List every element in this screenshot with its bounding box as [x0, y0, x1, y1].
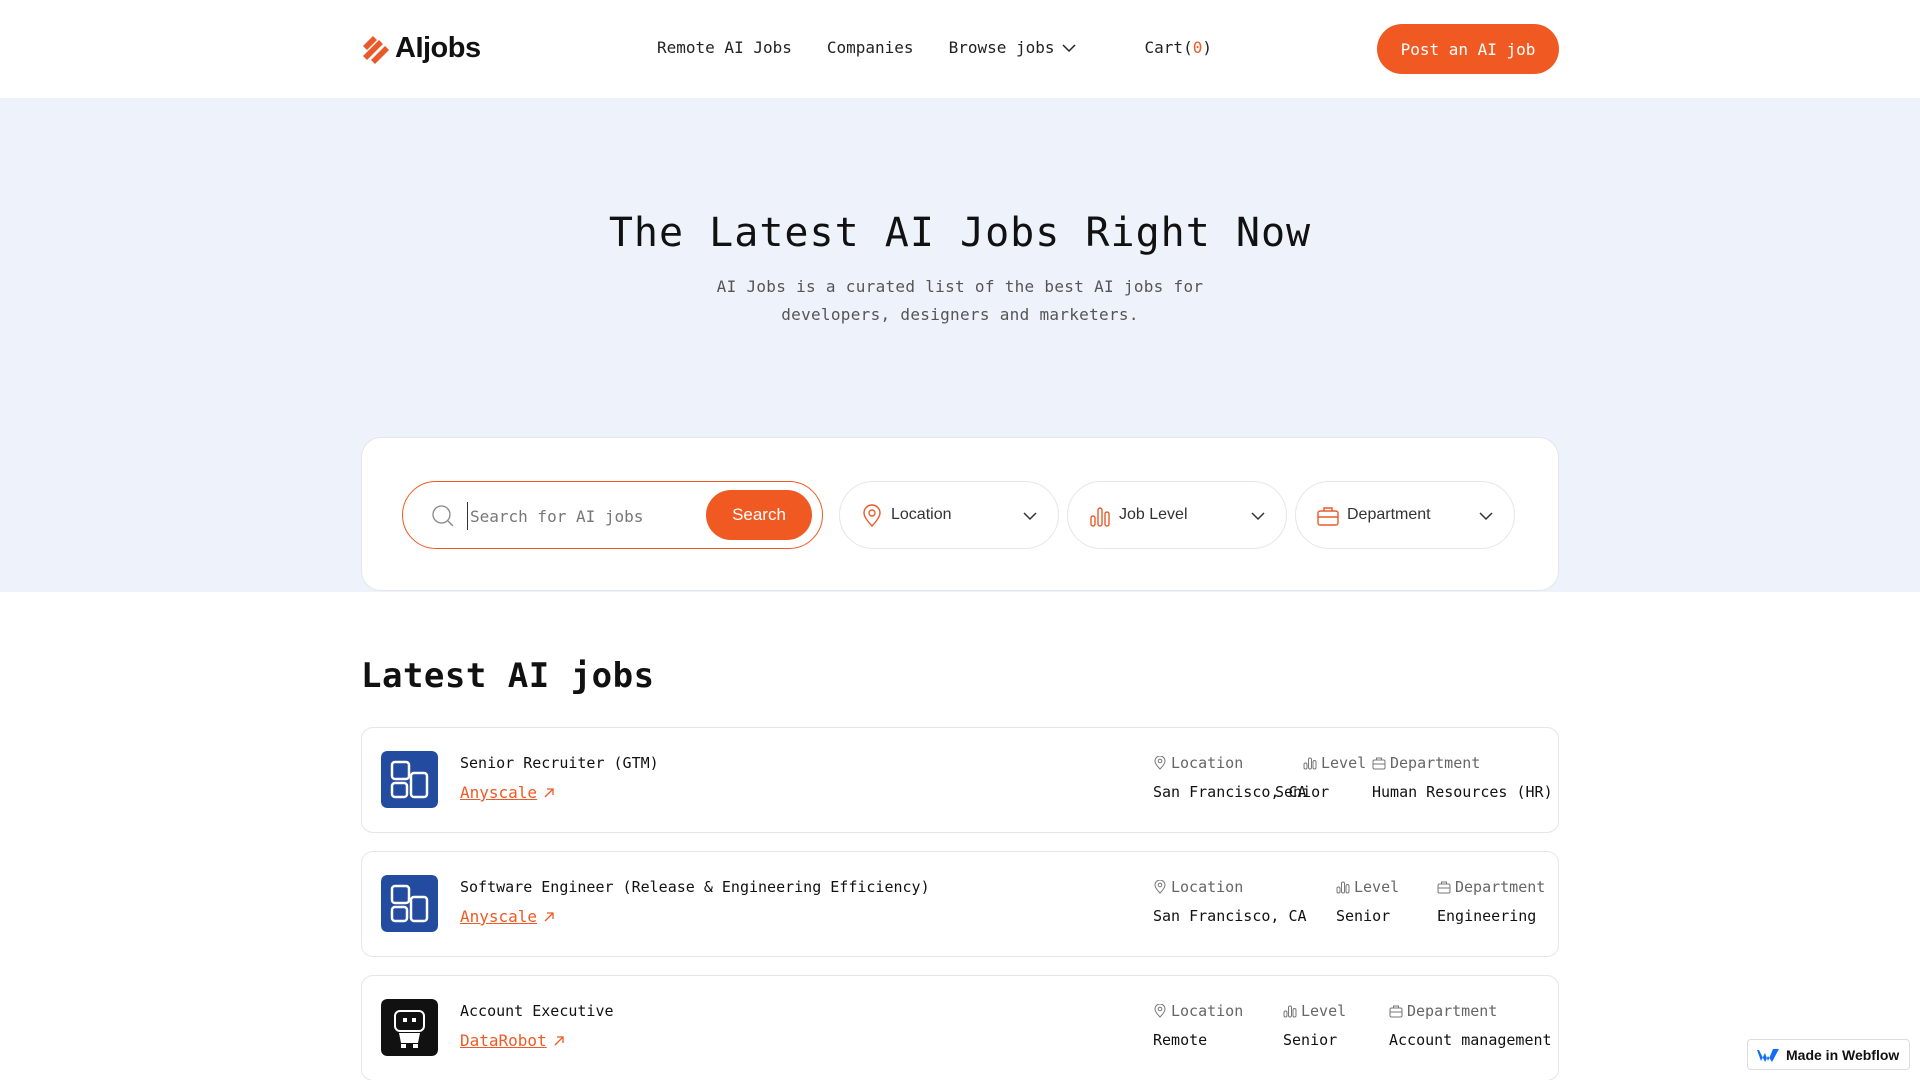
nav-cart[interactable]: Cart(0)	[1145, 38, 1212, 57]
datarobot-logo	[381, 999, 438, 1056]
level-value: Senior	[1275, 783, 1330, 801]
job-level: Level Senior	[1283, 1002, 1346, 1049]
chevron-down-icon	[1062, 43, 1076, 52]
job-location: Location San Francisco, CA	[1153, 878, 1307, 925]
company-name: Anyscale	[460, 907, 538, 926]
company-name: Anyscale	[460, 783, 538, 802]
job-location: Location Remote	[1153, 1002, 1243, 1049]
briefcase-icon	[1437, 881, 1451, 894]
anyscale-logo	[381, 751, 438, 808]
department-header: Department	[1390, 754, 1481, 772]
webflow-label: Made in Webflow	[1786, 1046, 1900, 1063]
department-filter[interactable]: Department	[1295, 481, 1515, 549]
job-title: Senior Recruiter (GTM)	[460, 754, 659, 772]
location-value: San Francisco, CA	[1153, 907, 1307, 925]
location-header: Location	[1171, 754, 1244, 772]
search-input[interactable]	[467, 502, 687, 530]
map-pin-icon	[1154, 880, 1166, 894]
level-header: Level	[1354, 878, 1400, 896]
cart-close: )	[1202, 38, 1212, 57]
location-filter[interactable]: Location	[839, 481, 1059, 549]
job-department: Department Engineering	[1437, 878, 1545, 925]
bar-chart-icon	[1090, 507, 1110, 527]
location-header: Location	[1171, 878, 1244, 896]
department-header: Department	[1407, 1002, 1498, 1020]
top-nav: AIjobs Remote AI Jobs Companies Browse j…	[0, 0, 1920, 98]
department-value: Engineering	[1437, 907, 1537, 925]
logo-text: AIjobs	[395, 32, 481, 64]
level-value: Senior	[1336, 907, 1391, 925]
logo[interactable]: AIjobs	[361, 32, 481, 65]
cart-count: 0	[1192, 38, 1203, 57]
job-department: Department Human Resources (HR)	[1372, 754, 1553, 801]
job-card[interactable]: Software Engineer (Release & Engineering…	[361, 851, 1559, 957]
job-title: Software Engineer (Release & Engineering…	[460, 878, 930, 896]
company-link[interactable]: DataRobot	[460, 1031, 565, 1050]
job-card[interactable]: Senior Recruiter (GTM) Anyscale Location…	[361, 727, 1559, 833]
department-value: Account management	[1389, 1031, 1552, 1049]
department-value: Human Resources (HR)	[1372, 783, 1553, 801]
search-icon	[432, 505, 454, 527]
anyscale-logo	[381, 875, 438, 932]
made-in-webflow-badge[interactable]: Made in Webflow	[1747, 1039, 1910, 1070]
company-link[interactable]: Anyscale	[460, 783, 555, 802]
bar-chart-icon	[1303, 757, 1317, 770]
browse-label: Browse jobs	[948, 38, 1055, 57]
logo-mark-icon	[363, 35, 389, 64]
bar-chart-icon	[1336, 881, 1350, 894]
location-header: Location	[1171, 1002, 1244, 1020]
chevron-down-icon	[1023, 512, 1037, 521]
map-pin-icon	[1154, 1004, 1166, 1018]
search-box: Search	[402, 481, 823, 549]
post-job-button[interactable]: Post an AI job	[1377, 24, 1559, 74]
hero-title: The Latest AI Jobs Right Now	[608, 210, 1312, 256]
map-pin-icon	[863, 504, 881, 527]
map-pin-icon	[1154, 756, 1166, 770]
company-name: DataRobot	[460, 1031, 547, 1050]
chevron-down-icon	[1479, 512, 1493, 521]
job-level-filter-label: Job Level	[1119, 506, 1188, 523]
external-link-icon	[554, 1035, 564, 1045]
job-department: Department Account management	[1389, 1002, 1552, 1049]
level-value: Senior	[1283, 1031, 1338, 1049]
job-title: Account Executive	[460, 1002, 614, 1020]
level-header: Level	[1301, 1002, 1347, 1020]
bar-chart-icon	[1283, 1005, 1297, 1018]
chevron-down-icon	[1251, 512, 1265, 521]
search-card: Search Location Job Level Department	[361, 437, 1559, 591]
briefcase-icon	[1372, 757, 1386, 770]
company-link[interactable]: Anyscale	[460, 907, 555, 926]
nav-companies[interactable]: Companies	[827, 38, 914, 57]
briefcase-icon	[1317, 507, 1339, 526]
hero-subtitle: AI Jobs is a curated list of the best AI…	[716, 277, 1204, 324]
external-link-icon	[544, 911, 554, 921]
job-level: Level Senior	[1275, 754, 1367, 801]
department-header: Department	[1455, 878, 1546, 896]
location-filter-label: Location	[891, 506, 952, 523]
latest-jobs-title: Latest AI jobs	[361, 656, 655, 696]
cart-label: Cart(	[1144, 38, 1193, 57]
job-level-filter[interactable]: Job Level	[1067, 481, 1287, 549]
department-filter-label: Department	[1347, 506, 1431, 523]
search-button[interactable]: Search	[706, 490, 812, 540]
briefcase-icon	[1389, 1005, 1403, 1018]
level-header: Level	[1321, 754, 1367, 772]
job-card[interactable]: Account Executive DataRobot Location Rem…	[361, 975, 1559, 1080]
nav-remote-ai-jobs[interactable]: Remote AI Jobs	[657, 38, 792, 57]
job-level: Level Senior	[1336, 878, 1399, 925]
external-link-icon	[544, 787, 554, 797]
webflow-icon	[1757, 1048, 1779, 1062]
location-value: Remote	[1153, 1031, 1208, 1049]
nav-browse-jobs[interactable]: Browse jobs	[949, 38, 1077, 57]
